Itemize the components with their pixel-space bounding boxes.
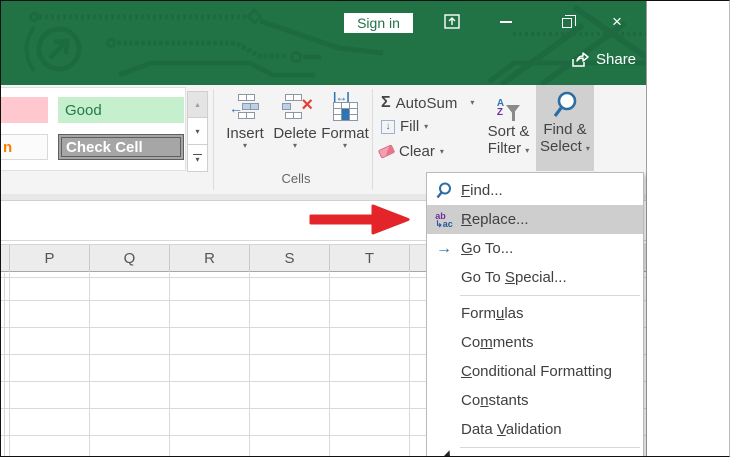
menu-separator — [460, 447, 640, 448]
column-header-p[interactable]: P — [9, 245, 89, 272]
clear-button[interactable]: Clear ▾ — [377, 143, 444, 160]
eraser-icon — [377, 144, 396, 159]
dropdown-caret-icon: ▾ — [342, 141, 347, 150]
share-label: Share — [596, 51, 637, 68]
menu-item-comments[interactable]: Comments — [427, 328, 643, 357]
funnel-icon — [506, 105, 521, 121]
replace-icon: ab ↳ac — [435, 210, 453, 229]
menu-item-replace[interactable]: ab ↳ac Replace... — [427, 205, 643, 234]
close-icon: × — [612, 11, 622, 31]
fill-down-icon: ↓ — [381, 119, 395, 134]
sort-filter-icon: AZ — [497, 93, 521, 123]
sign-in-button[interactable]: Sign in — [344, 13, 413, 33]
down-arrow-icon: ▾ — [195, 126, 200, 136]
group-separator — [213, 89, 214, 190]
dropdown-caret-icon: ▾ — [292, 141, 297, 150]
dropdown-caret-icon: ▾ — [242, 141, 247, 150]
dropdown-caret-icon: ▾ — [470, 98, 475, 107]
menu-item-label: Go To... — [461, 240, 514, 257]
cell-styles-gallery: Good n Check Cell — [1, 87, 186, 171]
autosum-label: AutoSum — [395, 94, 458, 112]
menu-item-label: Comments — [461, 334, 534, 351]
ribbon-display-icon — [444, 14, 460, 29]
outside-window-area — [647, 1, 729, 456]
magnifier-icon — [553, 91, 577, 117]
cells-group-label: Cells — [281, 171, 311, 186]
menu-item-label: Data Validation — [461, 421, 562, 438]
dropdown-caret-icon: ▾ — [525, 146, 530, 155]
restore-button[interactable] — [556, 12, 578, 31]
menu-item-conditional-formatting[interactable]: Conditional Formatting — [427, 357, 643, 386]
gallery-scroll-controls: ▴ ▾ ▾ — [187, 91, 208, 172]
column-header-t[interactable]: T — [329, 245, 409, 272]
autosum-button[interactable]: Σ AutoSum ▾ — [381, 94, 474, 112]
sigma-icon: Σ — [381, 94, 391, 111]
close-button[interactable]: × — [606, 12, 628, 31]
dropdown-caret-icon: ▾ — [585, 144, 590, 153]
format-cells-icon: |↔| — [331, 90, 359, 122]
menu-item-label: Conditional Formatting — [461, 363, 612, 380]
insert-label: Insert — [226, 125, 264, 142]
menu-item-label: Formulas — [461, 305, 524, 322]
menu-item-label: Replace... — [461, 211, 529, 228]
ribbon-display-options-button[interactable] — [441, 12, 463, 31]
clear-label: Clear — [399, 143, 435, 160]
delete-cells-icon: × — [281, 94, 313, 122]
red-annotation-arrow — [309, 204, 410, 235]
delete-button[interactable]: × Delete ▾ — [271, 85, 319, 171]
insert-cells-icon: ← — [229, 94, 259, 122]
down-arrow-icon: ▾ — [195, 154, 200, 164]
sort-filter-button[interactable]: AZ Sort & Filter ▾ — [483, 85, 534, 171]
minimize-icon — [500, 20, 512, 23]
find-select-button[interactable]: Find & Select ▾ — [536, 85, 594, 171]
find-select-label-line2: Select ▾ — [540, 138, 590, 155]
menu-item-label: Find... — [461, 182, 503, 199]
menu-item-go-to-special[interactable]: Go To Special... — [427, 263, 643, 292]
minimize-button[interactable] — [495, 12, 517, 31]
menu-item-label: Go To Special... — [461, 269, 567, 286]
circuit-pattern-decoration — [24, 4, 646, 85]
gallery-more-button[interactable]: ▾ — [187, 145, 208, 172]
sort-filter-label-line1: Sort & — [487, 123, 530, 140]
menu-separator — [460, 295, 640, 296]
menu-item-data-validation[interactable]: Data Validation — [427, 415, 643, 444]
insert-button[interactable]: ← Insert ▾ — [221, 85, 269, 171]
find-icon — [436, 182, 451, 199]
group-separator — [372, 89, 373, 190]
share-icon — [572, 52, 589, 67]
dropdown-caret-icon: ▾ — [439, 146, 444, 156]
column-header-s[interactable]: S — [249, 245, 329, 272]
style-check-cell[interactable]: Check Cell — [58, 134, 184, 160]
menu-item-go-to[interactable]: → Go To... — [427, 234, 643, 263]
column-header-r[interactable]: R — [169, 245, 249, 272]
fill-button[interactable]: ↓ Fill ▾ — [381, 118, 428, 135]
fill-label: Fill — [400, 118, 420, 135]
screenshot-root: Sign in × Share Good n Check Cell ▴ ▾ ▾ … — [0, 0, 730, 457]
up-arrow-icon: ▴ — [195, 100, 200, 109]
column-header-q[interactable]: Q — [89, 245, 169, 272]
find-select-label-line1: Find & — [543, 121, 587, 138]
delete-label: Delete — [273, 125, 317, 142]
share-button[interactable]: Share — [571, 51, 636, 68]
format-label: Format — [321, 125, 369, 142]
mouse-cursor — [442, 448, 454, 456]
find-select-dropdown-menu: Find... ab ↳ac Replace... → Go To... Go … — [426, 172, 644, 456]
style-good-cell[interactable]: Good — [58, 97, 184, 123]
menu-item-label: Constants — [461, 392, 529, 409]
restore-icon — [562, 14, 576, 28]
menu-item-constants[interactable]: Constants — [427, 386, 643, 415]
style-calculation-cell[interactable]: n — [1, 134, 48, 160]
format-button[interactable]: |↔| Format ▾ — [321, 85, 369, 171]
sort-filter-label-line2: Filter ▾ — [487, 140, 530, 157]
gallery-scroll-down-button[interactable]: ▾ — [187, 118, 208, 145]
menu-item-find[interactable]: Find... — [427, 176, 643, 205]
menu-item-formulas[interactable]: Formulas — [427, 299, 643, 328]
gallery-scroll-up-button[interactable]: ▴ — [187, 91, 208, 118]
goto-icon: → — [436, 239, 452, 257]
dropdown-caret-icon: ▾ — [424, 121, 429, 131]
title-bar: Sign in × Share — [1, 1, 646, 85]
style-bad-cell[interactable] — [1, 97, 48, 123]
